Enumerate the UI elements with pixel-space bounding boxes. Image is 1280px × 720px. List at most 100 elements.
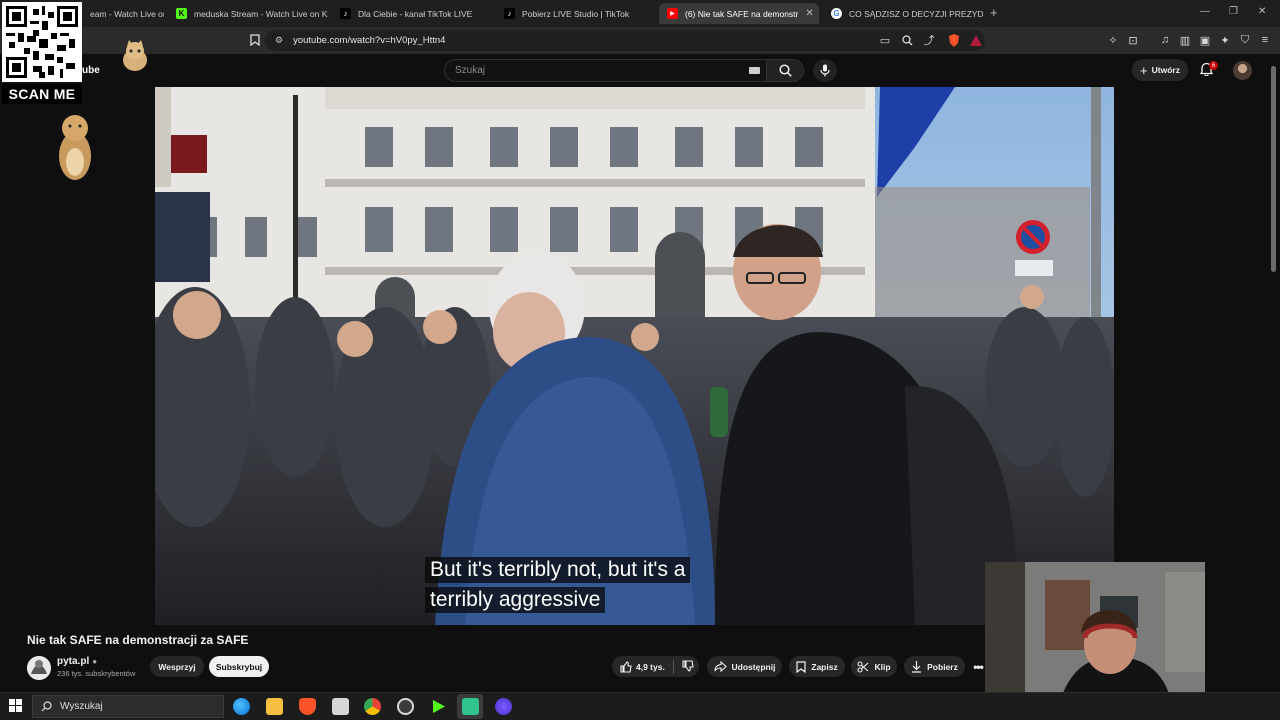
download-label: Pobierz: [927, 661, 958, 672]
address-bar-row: ⚙ youtube.com/watch?v=hV0py_Httn4: [0, 27, 1280, 54]
screenshot-icon[interactable]: ⊡: [1126, 33, 1140, 47]
taskbar-search-placeholder: Wyszukaj: [60, 701, 103, 712]
thumbs-up-icon: [620, 660, 632, 673]
more-actions-button[interactable]: •••: [970, 656, 986, 677]
restore-icon[interactable]: ❐: [1229, 6, 1238, 17]
like-divider: [672, 659, 674, 674]
share-icon: [713, 661, 727, 672]
vpn-icon[interactable]: ⛉: [1238, 33, 1252, 47]
share-label: Udostępnij: [731, 661, 776, 672]
url-text: youtube.com/watch?v=hV0py_Httn4: [293, 35, 446, 46]
zoom-icon[interactable]: [900, 33, 914, 47]
download-button[interactable]: Pobierz: [904, 656, 965, 677]
subscribe-button[interactable]: Subskrybuj: [209, 656, 269, 677]
scissors-icon: [857, 660, 869, 673]
tiktok-icon: ♪: [340, 8, 351, 19]
streaming-app-icon[interactable]: [430, 698, 447, 715]
new-tab-icon[interactable]: +: [990, 5, 998, 20]
site-info-icon[interactable]: ⚙: [275, 35, 283, 46]
search-input[interactable]: Szukaj: [444, 59, 766, 82]
clip-button[interactable]: Klip: [851, 656, 897, 677]
video-title: Nie tak SAFE na demonstracji za SAFE: [27, 633, 249, 647]
video-player[interactable]: But it's terribly not, but it's a terrib…: [155, 87, 1114, 625]
leo-ai-icon[interactable]: ✦: [1218, 33, 1232, 47]
browser-tab-youtube[interactable]: ▶ (6) Nie tak SAFE na demonstr ✕: [659, 3, 819, 24]
like-dislike-group: 4,9 tys.: [612, 656, 699, 677]
taskbar-search-input[interactable]: Wyszukaj: [32, 695, 224, 718]
tab-label: Pobierz LIVE Studio | TikTok: [522, 8, 630, 19]
minimize-icon[interactable]: —: [1200, 6, 1210, 17]
share-button[interactable]: Udostępnij: [707, 656, 782, 677]
account-avatar[interactable]: [1233, 61, 1252, 80]
save-label: Zapisz: [811, 661, 838, 672]
share-page-icon[interactable]: ⤴: [922, 33, 936, 47]
search-icon: [778, 64, 792, 77]
voice-search-button[interactable]: [813, 59, 837, 82]
bookmark-icon[interactable]: [248, 33, 262, 47]
subtitle-line-1: But it's terribly not, but it's a: [425, 557, 691, 583]
edge-icon[interactable]: [233, 698, 250, 715]
create-label: Utwórz: [1151, 65, 1180, 75]
close-window-icon[interactable]: ✕: [1258, 6, 1266, 17]
channel-name-row[interactable]: pyta.pl ●: [57, 656, 97, 667]
download-icon: [912, 660, 922, 673]
search-icon: [41, 701, 52, 712]
wallet-icon[interactable]: ▣: [1198, 33, 1212, 47]
media-icon[interactable]: ♫: [1158, 33, 1172, 47]
create-button[interactable]: + Utwórz: [1132, 59, 1188, 81]
thumbs-down-icon: [682, 659, 694, 672]
url-field[interactable]: ⚙ youtube.com/watch?v=hV0py_Httn4: [265, 30, 985, 51]
close-tab-icon[interactable]: ✕: [805, 8, 813, 19]
extensions-icon[interactable]: ✧: [1106, 33, 1120, 47]
subtitle-line-2: terribly aggressive: [425, 587, 606, 613]
file-explorer-icon[interactable]: [266, 698, 283, 715]
clip-label: Klip: [874, 661, 891, 672]
save-icon: [796, 660, 806, 673]
kick-icon: K: [176, 8, 187, 19]
keyboard-icon[interactable]: [749, 67, 760, 74]
join-button[interactable]: Wesprzyj: [150, 656, 204, 677]
brave-rewards-icon[interactable]: [969, 33, 983, 47]
tab-label: (6) Nie tak SAFE na demonstr: [685, 8, 799, 19]
save-button[interactable]: Zapisz: [789, 656, 845, 677]
tiktok-icon: ♪: [504, 8, 515, 19]
like-count: 4,9 tys.: [636, 661, 665, 672]
browser-tab-kick-1[interactable]: eam - Watch Live on: [82, 3, 164, 24]
more-icon: •••: [973, 659, 984, 674]
microphone-icon: [820, 64, 830, 77]
browser-tab-kick-2[interactable]: K meduska Stream - Watch Live on Kic: [168, 3, 328, 24]
subscriber-count: 236 tys. subskrybentów: [57, 669, 136, 678]
app-icon[interactable]: [332, 698, 349, 715]
qr-code: [2, 2, 82, 82]
discord-icon[interactable]: [495, 698, 512, 715]
windows-start-icon[interactable]: [9, 699, 22, 712]
page-scrollbar[interactable]: [1271, 66, 1276, 272]
sidebar-icon[interactable]: ▥: [1178, 33, 1192, 47]
join-label: Wesprzyj: [158, 661, 196, 672]
google-icon: G: [831, 8, 842, 19]
cast-icon[interactable]: ▭: [878, 33, 892, 47]
menu-icon[interactable]: ≡: [1258, 33, 1272, 47]
search-button[interactable]: [766, 59, 804, 82]
chrome-icon[interactable]: [364, 698, 381, 715]
brave-icon[interactable]: [299, 698, 316, 715]
scan-me-label: SCAN ME: [2, 84, 82, 104]
brave-shield-icon[interactable]: [947, 33, 961, 47]
chat-app-icon[interactable]: [462, 698, 479, 715]
obs-icon[interactable]: [397, 698, 414, 715]
dislike-button[interactable]: [682, 659, 694, 674]
like-button[interactable]: 4,9 tys.: [620, 660, 665, 673]
notification-count-badge: 6: [1209, 61, 1218, 70]
channel-avatar[interactable]: [27, 656, 51, 680]
verified-icon: ●: [92, 657, 98, 666]
tab-label: meduska Stream - Watch Live on Kic: [194, 8, 328, 19]
browser-tab-google[interactable]: G CO SĄDZISZ O DECYZJI PREZYDENTA: [823, 3, 983, 24]
video-frame: [155, 87, 1114, 625]
youtube-logo[interactable]: ube: [82, 65, 100, 76]
cat-sticker: [120, 40, 150, 77]
browser-tab-tiktok-2[interactable]: ♪ Pobierz LIVE Studio | TikTok: [496, 3, 656, 24]
youtube-icon: ▶: [667, 8, 678, 19]
plus-icon: +: [1140, 62, 1148, 78]
browser-tab-tiktok-1[interactable]: ♪ Dla Ciebie - kanał TikTok LIVE: [332, 3, 492, 24]
search-placeholder: Szukaj: [455, 65, 486, 76]
